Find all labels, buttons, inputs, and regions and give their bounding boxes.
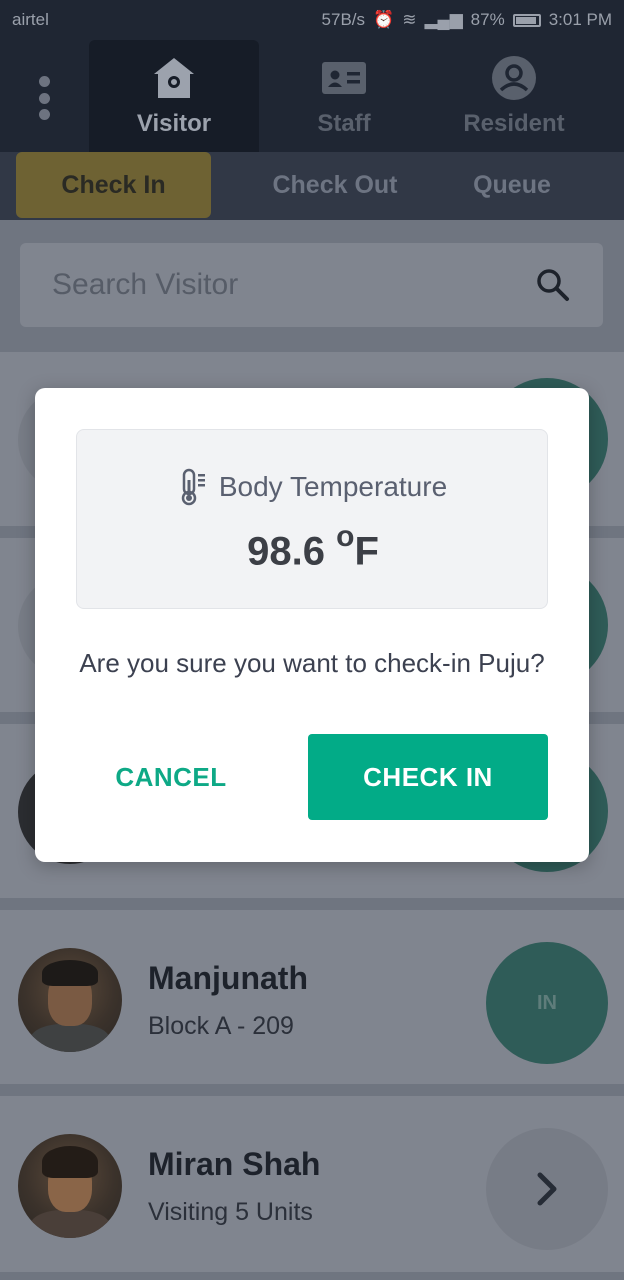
visitor-name: Miran Shah	[148, 1146, 321, 1182]
user-circle-icon	[492, 56, 536, 100]
status-bar: airtel 57B/s ⏰ ≋ ▂▄▆ 87% 3:01 PM	[0, 0, 624, 40]
check-in-confirm-dialog: Body Temperature 98.6 oF Are you sure yo…	[35, 388, 589, 862]
degree-symbol: o	[336, 520, 355, 553]
signal-icon: ▂▄▆	[424, 10, 463, 29]
temperature-unit: F	[354, 529, 379, 574]
search-input[interactable]: Search Visitor	[20, 243, 603, 327]
body-temperature-panel: Body Temperature 98.6 oF	[76, 429, 548, 609]
confirm-check-in-button[interactable]: CHECK IN	[308, 734, 548, 820]
tab-label: Resident	[463, 110, 565, 137]
temperature-value-group: 98.6 oF	[77, 520, 549, 574]
house-icon	[154, 58, 194, 98]
subtab-bar: Check In Check Out Queue	[0, 152, 624, 220]
visitor-units: Visiting 5 Units	[148, 1198, 313, 1226]
subtab-queue[interactable]: Queue	[452, 152, 572, 218]
search-placeholder: Search Visitor	[52, 268, 239, 301]
visitor-unit: Block A - 209	[148, 1012, 294, 1040]
overflow-menu-icon[interactable]	[36, 76, 52, 120]
tab-label: Staff	[317, 110, 371, 137]
tab-visitor[interactable]: Visitor	[89, 40, 259, 152]
battery-percent: 87%	[470, 10, 505, 29]
top-nav: Visitor Staff Resident	[0, 40, 624, 152]
search-icon[interactable]	[535, 267, 571, 303]
alarm-icon: ⏰	[373, 10, 395, 29]
temperature-value: 98.6	[247, 529, 325, 574]
confirmation-message: Are you sure you want to check-in Puju?	[79, 648, 545, 678]
subtab-check-in[interactable]: Check In	[16, 152, 211, 218]
temperature-label: Body Temperature	[218, 471, 448, 502]
thermometer-icon	[181, 468, 205, 506]
tab-staff[interactable]: Staff	[259, 40, 429, 152]
chevron-right-icon	[537, 1172, 557, 1206]
avatar	[18, 948, 122, 1052]
cancel-button[interactable]: CANCEL	[97, 734, 245, 820]
id-card-icon	[322, 62, 366, 94]
check-in-circle-button[interactable]: IN	[486, 942, 608, 1064]
visitor-name: Manjunath	[148, 960, 308, 996]
avatar	[18, 1134, 122, 1238]
network-speed: 57B/s	[321, 10, 366, 29]
wifi-icon: ≋	[402, 10, 417, 29]
tab-resident[interactable]: Resident	[429, 40, 599, 152]
carrier-name: airtel	[12, 10, 49, 29]
tab-label: Visitor	[136, 110, 212, 137]
open-details-button[interactable]	[486, 1128, 608, 1250]
list-item[interactable]: Miran Shah Visiting 5 Units	[0, 1096, 624, 1272]
battery-icon	[512, 13, 541, 27]
clock: 3:01 PM	[548, 10, 612, 29]
subtab-check-out[interactable]: Check Out	[250, 152, 420, 218]
list-item[interactable]: Manjunath Block A - 209 IN	[0, 910, 624, 1084]
